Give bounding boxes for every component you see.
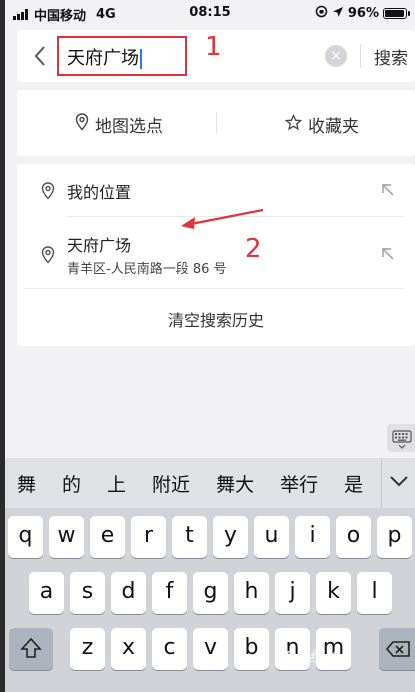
keyboard-row-2: asdfghjkl	[5, 572, 415, 616]
keyboard-row-3: zxcvbnm	[5, 628, 415, 672]
candidate-word[interactable]: 是	[344, 470, 363, 497]
candidate-word[interactable]: 舞	[17, 470, 36, 497]
divider	[360, 44, 361, 68]
divider	[216, 112, 217, 134]
keyboard-toggle-button[interactable]	[387, 424, 415, 452]
options-row: 地图选点 收藏夹	[17, 90, 415, 156]
lock-rotation-icon	[315, 5, 328, 22]
battery-fill	[385, 10, 405, 17]
history-item-address: 青羊区-人民南路一段 86 号	[67, 262, 227, 277]
location-arrow-icon	[332, 6, 344, 22]
key-d[interactable]: d	[111, 572, 146, 614]
search-bar: 天府广场 1 × 搜索	[17, 30, 415, 82]
annotation-number-2: 2	[245, 234, 262, 264]
history-item-name: 天府广场	[67, 236, 132, 255]
keyboard-row-1: qwertyuiop	[5, 516, 415, 560]
key-w[interactable]: w	[49, 516, 84, 558]
clear-input-icon[interactable]: ×	[325, 45, 347, 67]
key-c[interactable]: c	[152, 628, 187, 670]
candidate-bar: 舞的上附近 舞大 举行是	[5, 458, 415, 508]
keyboard: 舞的上附近 舞大 举行是 qwertyuiop asdfghjkl zxcvbnm …	[5, 458, 415, 692]
chevron-down-icon	[390, 476, 408, 487]
fill-query-arrow-icon[interactable]	[381, 182, 395, 196]
key-b[interactable]: b	[234, 628, 269, 670]
key-y[interactable]: y	[213, 516, 248, 558]
status-bar: 中国移动 4G 08:15 96%	[5, 0, 415, 26]
map-pick-button[interactable]: 地图选点	[75, 112, 163, 137]
candidate-word[interactable]: 举行	[280, 470, 318, 497]
shift-key[interactable]	[9, 628, 53, 670]
map-pick-label: 地图选点	[95, 117, 163, 137]
key-e[interactable]: e	[90, 516, 125, 558]
key-s[interactable]: s	[70, 572, 105, 614]
key-a[interactable]: a	[29, 572, 64, 614]
candidate-word[interactable]: 舞大	[216, 470, 254, 497]
candidate-word[interactable]: 附近	[152, 470, 190, 497]
key-h[interactable]: h	[234, 572, 269, 614]
search-button[interactable]: 搜索	[374, 44, 408, 69]
key-p[interactable]: p	[377, 516, 412, 558]
key-g[interactable]: g	[193, 572, 228, 614]
location-pin-icon	[41, 246, 55, 264]
key-l[interactable]: l	[357, 572, 392, 614]
key-t[interactable]: t	[172, 516, 207, 558]
search-query-text: 天府广场	[67, 48, 139, 69]
key-u[interactable]: u	[254, 516, 289, 558]
app-screen: 中国移动 4G 08:15 96% 天府广场 1 × 搜索 地图选点 收藏夹 我…	[5, 0, 415, 692]
my-location-item[interactable]: 我的位置	[67, 179, 131, 203]
divider	[25, 288, 403, 289]
key-o[interactable]: o	[336, 516, 371, 558]
annotation-number-1: 1	[205, 32, 222, 62]
favorites-button[interactable]: 收藏夹	[284, 112, 359, 137]
delete-key[interactable]	[379, 628, 415, 670]
key-f[interactable]: f	[152, 572, 187, 614]
fill-query-arrow-icon[interactable]	[381, 246, 395, 260]
back-chevron-icon[interactable]	[31, 44, 51, 68]
search-history-panel: 我的位置 天府广场 青羊区-人民南路一段 86 号 2 清空搜索历史	[17, 164, 415, 346]
key-x[interactable]: x	[111, 628, 146, 670]
location-pin-icon	[75, 113, 89, 136]
location-pin-icon	[41, 182, 55, 200]
battery-icon	[383, 8, 410, 19]
key-i[interactable]: i	[295, 516, 330, 558]
search-input[interactable]: 天府广场	[57, 36, 187, 76]
shift-icon	[20, 637, 42, 658]
key-q[interactable]: q	[8, 516, 43, 558]
key-k[interactable]: k	[316, 572, 351, 614]
battery-percent: 96%	[347, 6, 379, 21]
star-icon	[284, 113, 303, 136]
watermark: Bai经验	[285, 648, 339, 666]
key-j[interactable]: j	[275, 572, 310, 614]
text-caret	[140, 49, 142, 69]
candidate-word[interactable]: 上	[107, 470, 126, 497]
favorites-label: 收藏夹	[308, 117, 359, 137]
backspace-icon	[385, 641, 410, 657]
clear-history-button[interactable]: 清空搜索历史	[17, 307, 415, 331]
key-z[interactable]: z	[70, 628, 105, 670]
key-v[interactable]: v	[193, 628, 228, 670]
key-r[interactable]: r	[131, 516, 166, 558]
expand-candidates-button[interactable]	[381, 458, 415, 508]
annotation-arrow	[177, 204, 277, 236]
keyboard-icon	[392, 430, 412, 449]
candidate-word[interactable]: 的	[62, 470, 81, 497]
